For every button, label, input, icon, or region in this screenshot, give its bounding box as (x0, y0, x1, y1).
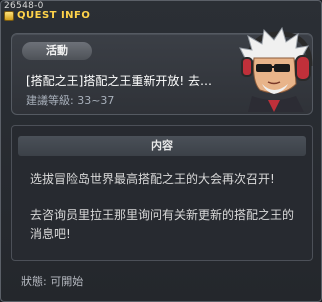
quest-name: [搭配之王]搭配之王重新开放! 去… (26, 74, 212, 88)
quest-status: 狀態: 可開始 (21, 275, 84, 288)
content-panel: 内容 选拔冒险岛世界最高搭配之王的大会再次召开! 去咨询员里拉王那里询问有关新更… (11, 125, 313, 261)
level-requirement: 建議等級: 33~37 (26, 94, 115, 107)
quest-icon (4, 11, 14, 21)
content-header: 内容 (18, 136, 306, 156)
content-paragraph-1: 选拔冒险岛世界最高搭配之王的大会再次召开! (30, 172, 275, 186)
quest-summary-panel: 活動 [搭配之王]搭配之王重新开放! 去… 建議等級: 33~37 (11, 26, 313, 115)
window-title: QUEST INFO (17, 10, 91, 21)
category-badge: 活動 (22, 42, 92, 60)
npc-portrait-icon (239, 26, 313, 112)
content-paragraph-2: 去咨询员里拉王那里询问有关新更新的搭配之王的消息吧! (30, 208, 295, 241)
quest-info-window: 26548-0 QUEST INFO 活動 [搭配之王]搭配之王重新开放! 去…… (0, 0, 322, 302)
title-bar[interactable]: 26548-0 QUEST INFO (1, 1, 321, 23)
